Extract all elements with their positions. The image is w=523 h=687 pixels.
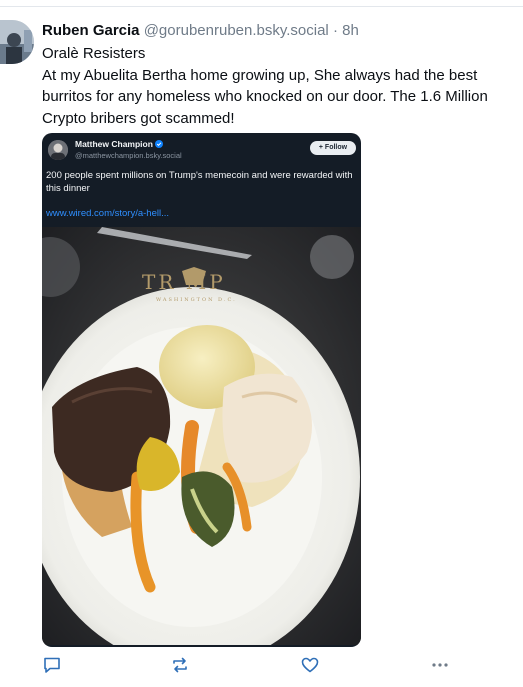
quoted-handle[interactable]: @matthewchampion.bsky.social [75,151,182,160]
author-handle[interactable]: @gorubenruben.bsky.social [144,22,329,39]
quoted-author[interactable]: Matthew Champion [75,139,164,149]
quoted-text: 200 people spent millions on Trump's mem… [46,170,353,194]
avatar[interactable] [0,20,34,64]
post-line: At my Abuelita Bertha home growing up, S… [42,66,488,127]
heart-icon[interactable] [300,655,320,675]
separator: · [332,22,338,39]
quoted-author-name: Matthew Champion [75,139,153,149]
post-header: Ruben Garcia @gorubenruben.bsky.social ·… [42,20,517,42]
avatar-photo [0,20,34,64]
post-line: Oralè Resisters [42,45,146,62]
plate-sub: WASHINGTON D.C. [156,297,237,303]
quoted-avatar[interactable] [48,140,68,160]
more-icon[interactable] [430,655,450,675]
follow-button[interactable]: + Follow [310,141,356,155]
quoted-post[interactable]: Matthew Champion @matthewchampion.bsky.s… [42,133,361,647]
quoted-avatar-photo [48,140,68,160]
post[interactable]: Ruben Garcia @gorubenruben.bsky.social ·… [42,20,517,129]
repost-icon[interactable] [170,655,190,675]
verified-badge-icon [155,139,164,149]
post-text: Oralè Resisters At my Abuelita Bertha ho… [42,43,517,129]
post-time[interactable]: 8h [342,22,359,39]
dinner-plate-photo[interactable]: TR MP WASHINGTON D.C. [42,227,361,645]
reply-icon[interactable] [42,655,62,675]
post-actions [0,652,523,680]
quoted-link[interactable]: www.wired.com/story/a-hell... [46,208,169,219]
divider [0,6,523,7]
author-name[interactable]: Ruben Garcia [42,22,140,39]
